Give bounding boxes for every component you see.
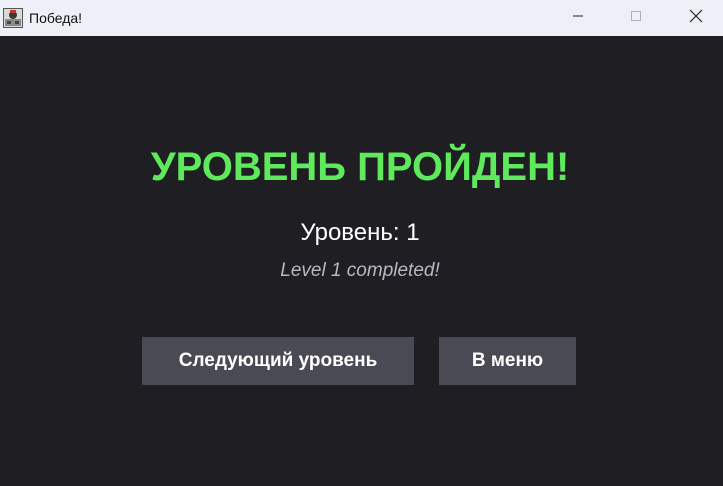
app-icon — [3, 8, 23, 28]
maximize-icon — [630, 9, 642, 27]
victory-window: Победа! УРОВЕНЬ ПРОЙДЕН! Уровень: 1 Leve… — [0, 0, 723, 486]
victory-content: УРОВЕНЬ ПРОЙДЕН! Уровень: 1 Level 1 comp… — [0, 36, 723, 486]
main-menu-button[interactable]: В меню — [439, 337, 576, 385]
completion-message: Level 1 completed! — [280, 260, 440, 281]
level-number-text: Уровень: 1 — [300, 219, 420, 246]
window-title: Победа! — [29, 10, 83, 26]
minimize-icon — [572, 9, 584, 27]
minimize-button[interactable] — [555, 0, 601, 36]
close-button[interactable] — [673, 0, 719, 36]
maximize-button[interactable] — [613, 0, 659, 36]
title-bar[interactable]: Победа! — [0, 0, 723, 36]
next-level-button[interactable]: Следующий уровень — [142, 337, 414, 385]
close-icon — [689, 9, 703, 28]
level-complete-headline: УРОВЕНЬ ПРОЙДЕН! — [150, 145, 570, 189]
